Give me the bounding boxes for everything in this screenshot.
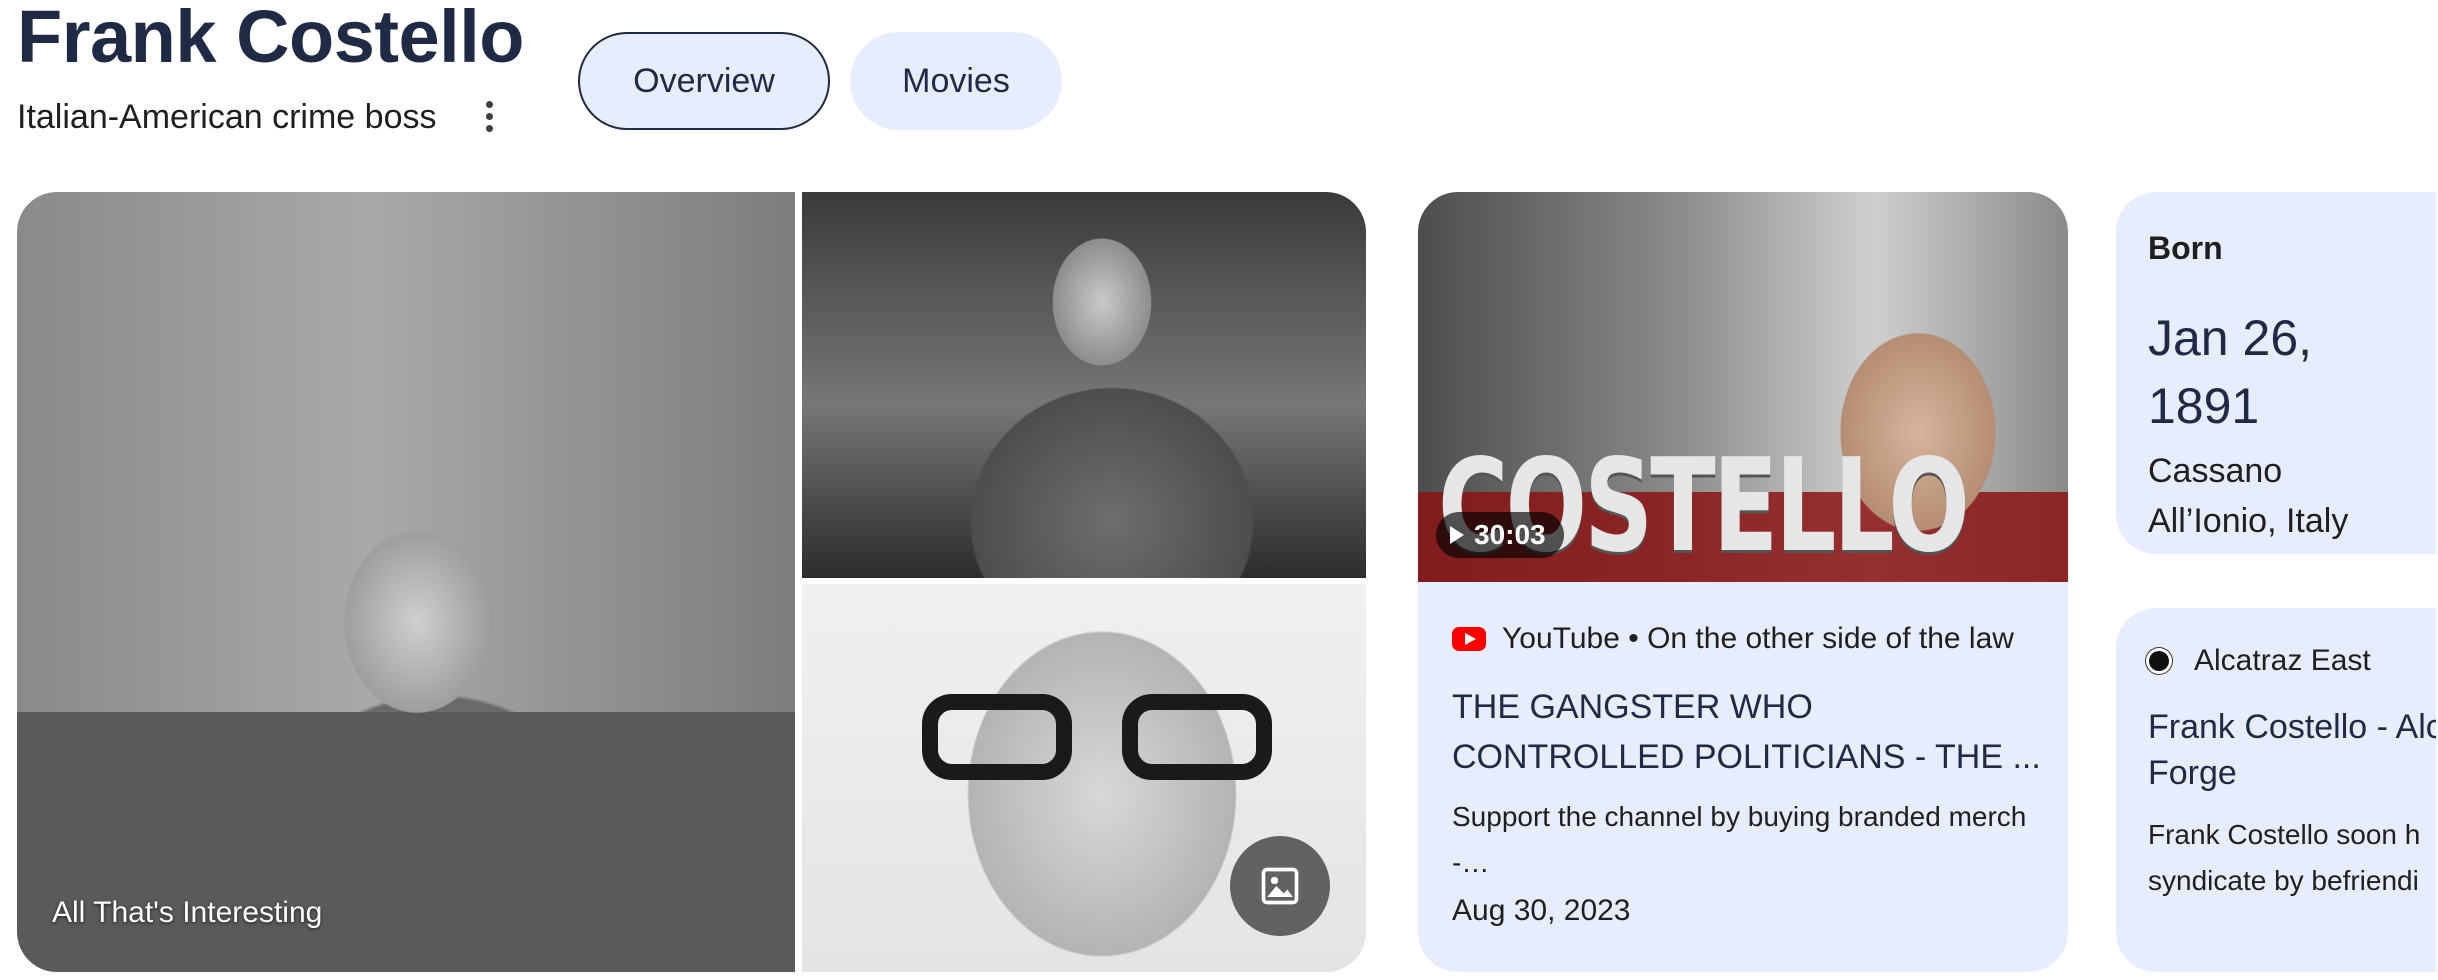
hearing-photo[interactable] xyxy=(802,192,1366,578)
video-source-text: YouTube • On the other side of the law xyxy=(1502,622,2014,655)
article-title-line1: Frank Costello - Alc xyxy=(2148,708,2436,746)
video-source: YouTube • On the other side of the law xyxy=(1452,622,2014,656)
tab-movies[interactable]: Movies xyxy=(850,32,1062,130)
photo-source-label: All That's Interesting xyxy=(52,896,323,929)
tab-overview[interactable]: Overview xyxy=(578,32,830,130)
video-thumbnail[interactable]: COSTELLO 30:03 xyxy=(1418,192,2068,582)
born-date: Jan 26, 1891 xyxy=(2148,310,2313,434)
video-date: Aug 30, 2023 xyxy=(1452,894,1631,927)
youtube-icon xyxy=(1452,627,1486,651)
main-photo[interactable] xyxy=(17,192,795,972)
alcatraz-east-icon xyxy=(2146,648,2172,674)
image-icon[interactable] xyxy=(1230,836,1330,936)
article-description-line1: Frank Costello soon h xyxy=(2148,819,2421,850)
video-title[interactable]: THE GANGSTER WHO CONTROLLED POLITICIANS … xyxy=(1452,682,2052,782)
born-place: Cassano All’Ionio, Italy xyxy=(2148,452,2349,540)
entity-subtitle: Italian-American crime boss xyxy=(17,98,437,136)
article-description-line2: syndicate by befriendi xyxy=(2148,865,2419,896)
born-label: Born xyxy=(2148,230,2223,266)
article-source-text: Alcatraz East xyxy=(2194,644,2371,677)
article-title-line2: Forge xyxy=(2148,754,2237,792)
article-title[interactable]: Frank Costello - Alc Forge xyxy=(2148,704,2436,796)
play-icon xyxy=(1450,526,1464,544)
video-duration: 30:03 xyxy=(1436,512,1564,558)
more-options-icon[interactable] xyxy=(474,98,504,134)
video-description: Support the channel by buying branded me… xyxy=(1452,801,2027,878)
entity-title: Frank Costello xyxy=(17,0,525,78)
thumbnail-text: COSTELLO xyxy=(1438,432,1970,581)
article-card[interactable]: Alcatraz East Frank Costello - Alc Forge… xyxy=(2116,608,2436,972)
duration-text: 30:03 xyxy=(1474,519,1546,550)
glasses-shape xyxy=(922,694,1282,784)
born-card[interactable]: Born Jan 26, 1891 Cassano All’Ionio, Ita… xyxy=(2116,192,2436,554)
article-description: Frank Costello soon h syndicate by befri… xyxy=(2148,812,2436,904)
video-card[interactable]: COSTELLO 30:03 YouTube • On the other si… xyxy=(1418,192,2068,972)
article-source: Alcatraz East xyxy=(2146,644,2371,678)
